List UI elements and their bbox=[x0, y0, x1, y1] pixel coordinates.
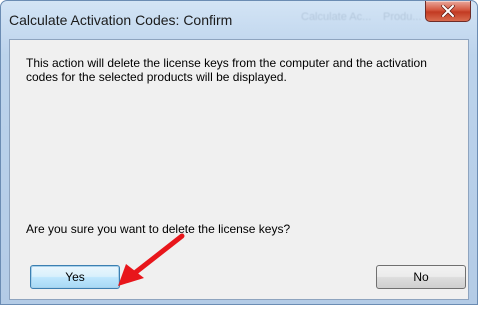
background-window-title: Produ... bbox=[383, 11, 422, 23]
close-icon bbox=[441, 5, 455, 17]
confirmation-message: This action will delete the license keys… bbox=[26, 56, 427, 84]
background-window-title: Calculate Ac... bbox=[301, 11, 372, 23]
confirmation-question: Are you sure you want to delete the lice… bbox=[26, 222, 291, 236]
confirm-dialog-window: Calculate Activation Codes: Confirm Calc… bbox=[0, 0, 478, 305]
window-title: Calculate Activation Codes: Confirm bbox=[9, 12, 233, 28]
no-button[interactable]: No bbox=[376, 265, 466, 289]
title-bar[interactable]: Calculate Activation Codes: Confirm Calc… bbox=[1, 1, 477, 37]
close-button[interactable] bbox=[425, 1, 471, 22]
yes-button[interactable]: Yes bbox=[30, 265, 120, 289]
dialog-content: This action will delete the license keys… bbox=[9, 39, 469, 300]
